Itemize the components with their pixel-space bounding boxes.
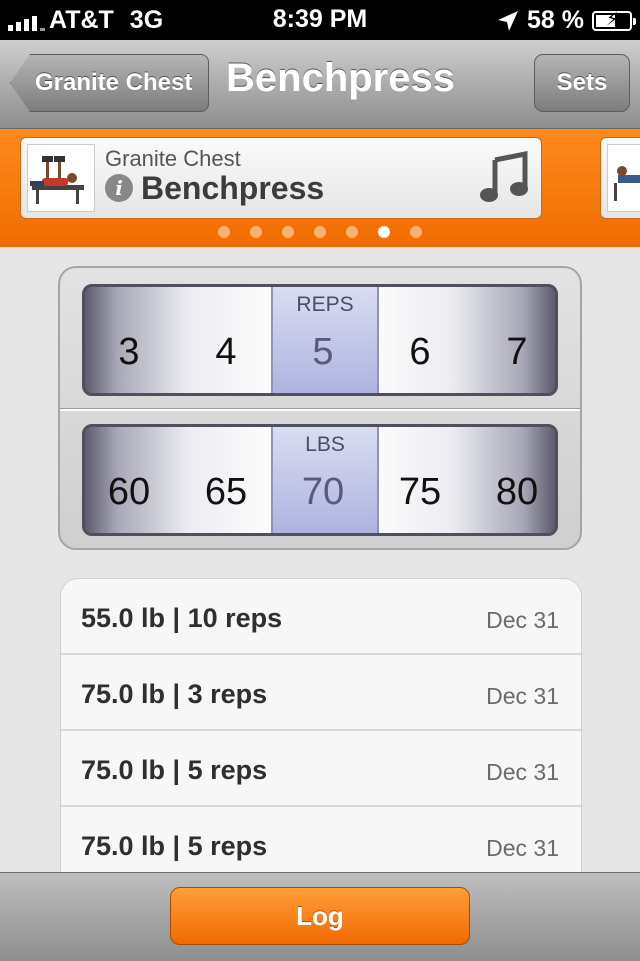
reps-picker-wheel[interactable]: REPS 3 4 5 6 7 — [82, 284, 558, 396]
reps-option[interactable]: 6 — [380, 331, 460, 374]
page-dot[interactable] — [410, 226, 422, 238]
set-history-list[interactable]: 55.0 lb | 10 reps Dec 31 75.0 lb | 3 rep… — [60, 578, 582, 879]
lbs-option[interactable]: 75 — [380, 471, 460, 514]
history-entry: 75.0 lb | 3 reps — [81, 679, 268, 709]
bottom-toolbar: Log — [0, 872, 640, 961]
status-right: 58 % ⚡ — [497, 6, 636, 35]
reps-weight-picker: REPS 3 4 5 6 7 LBS 60 65 70 75 80 — [58, 266, 582, 550]
history-row[interactable]: 75.0 lb | 5 reps Dec 31 — [61, 807, 581, 879]
page-dot[interactable] — [282, 226, 294, 238]
page-title: Benchpress — [226, 56, 455, 100]
sets-button[interactable]: Sets — [534, 54, 630, 112]
charging-bolt-icon: ⚡ — [606, 8, 619, 29]
navigation-bar: Granite Chest Benchpress Sets — [0, 40, 640, 129]
reps-option[interactable]: 7 — [477, 331, 555, 374]
history-entry: 75.0 lb | 5 reps — [81, 755, 268, 785]
lbs-option[interactable]: 80 — [477, 471, 555, 514]
history-entry: 55.0 lb | 10 reps — [81, 603, 283, 633]
lbs-option-selected[interactable]: 70 — [283, 471, 363, 514]
exercise-group-label: Granite Chest — [105, 146, 241, 171]
history-row[interactable]: 55.0 lb | 10 reps Dec 31 — [61, 579, 581, 655]
location-arrow-icon — [498, 10, 519, 31]
next-exercise-thumbnail — [607, 144, 640, 212]
reps-label: REPS — [296, 293, 354, 316]
exercise-card[interactable]: Granite Chest i Benchpress — [20, 137, 542, 219]
exercise-carousel[interactable]: Granite Chest i Benchpress — [0, 129, 640, 247]
status-bar: AT&T 3G 8:39 PM 58 % ⚡ — [0, 0, 640, 40]
lbs-picker-wheel[interactable]: LBS 60 65 70 75 80 — [82, 424, 558, 536]
lbs-option[interactable]: 60 — [89, 471, 169, 514]
page-dot[interactable] — [346, 226, 358, 238]
page-indicator — [0, 226, 640, 240]
exercise-name: Benchpress — [141, 170, 325, 206]
bench-press-illustration-icon — [30, 156, 84, 204]
history-date: Dec 31 — [486, 607, 559, 633]
picker-divider — [60, 408, 580, 411]
lbs-option[interactable]: 65 — [186, 471, 266, 514]
music-note-icon[interactable] — [477, 150, 533, 206]
reps-option[interactable]: 4 — [186, 331, 266, 374]
history-row[interactable]: 75.0 lb | 5 reps Dec 31 — [61, 731, 581, 807]
history-date: Dec 31 — [486, 683, 559, 709]
history-row[interactable]: 75.0 lb | 3 reps Dec 31 — [61, 655, 581, 731]
reps-option-selected[interactable]: 5 — [283, 331, 363, 374]
lbs-label: LBS — [305, 433, 345, 456]
info-icon[interactable]: i — [105, 174, 133, 202]
reps-option[interactable]: 3 — [89, 331, 169, 374]
history-date: Dec 31 — [486, 759, 559, 785]
page-dot[interactable] — [250, 226, 262, 238]
battery-icon: ⚡ — [592, 8, 636, 31]
log-button[interactable]: Log — [170, 887, 470, 945]
page-dot[interactable] — [314, 226, 326, 238]
exercise-thumbnail — [27, 144, 95, 212]
battery-percent: 58 % — [527, 6, 584, 34]
history-date: Dec 31 — [486, 835, 559, 861]
page-dot-active[interactable] — [378, 226, 390, 238]
exercise-illustration-icon — [614, 166, 640, 201]
page-dot[interactable] — [218, 226, 230, 238]
next-exercise-card[interactable] — [600, 137, 640, 219]
back-button[interactable]: Granite Chest — [10, 54, 210, 112]
history-entry: 75.0 lb | 5 reps — [81, 831, 268, 861]
